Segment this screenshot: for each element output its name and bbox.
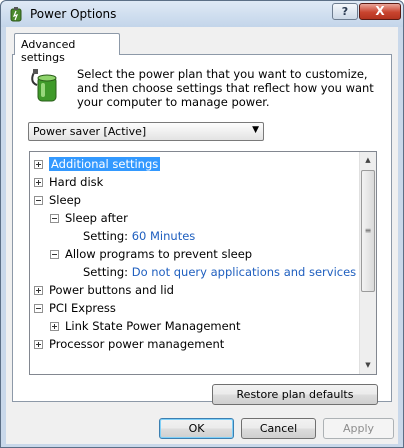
tree-item-label: Sleep after xyxy=(65,211,128,225)
tree-item-sleep-after-setting[interactable]: Setting: 60 Minutes xyxy=(83,228,195,244)
tree-item-sleep[interactable]: Sleep xyxy=(34,192,81,208)
tab-advanced-settings[interactable]: Advanced settings xyxy=(14,33,120,64)
battery-plug-icon xyxy=(31,69,57,102)
tree-item-label: Sleep xyxy=(49,193,81,207)
power-options-icon xyxy=(10,7,22,22)
chevron-down-icon: ▼ xyxy=(252,125,259,135)
tree-scrollbar[interactable]: ▲ ≡ ▼ xyxy=(359,152,376,374)
restore-plan-defaults-button[interactable]: Restore plan defaults xyxy=(212,384,378,405)
tree-item-label: Link State Power Management xyxy=(65,319,241,333)
tree-item-hard-disk[interactable]: Hard disk xyxy=(34,174,103,190)
apply-button[interactable]: Apply xyxy=(323,418,394,439)
window-title: Power Options xyxy=(30,7,117,21)
tree-item-allow-programs-setting[interactable]: Setting: Do not query applications and s… xyxy=(83,264,356,280)
collapse-icon[interactable] xyxy=(34,196,43,205)
tree-item-label: Processor power management xyxy=(49,337,225,351)
tree-item-pci-express[interactable]: PCI Express xyxy=(34,300,116,316)
setting-label: Setting: xyxy=(83,265,129,279)
tree-item-label: Allow programs to prevent sleep xyxy=(65,247,253,261)
setting-value-link[interactable]: Do not query applications and services xyxy=(132,265,356,279)
power-plan-select[interactable]: Power saver [Active] ▼ xyxy=(28,122,264,141)
help-button[interactable]: ? xyxy=(332,3,358,20)
dialog-client-area: Advanced settings Select the power plan … xyxy=(6,27,398,444)
tree-item-sleep-after[interactable]: Sleep after xyxy=(50,210,128,226)
tree-item-label: PCI Express xyxy=(49,301,116,315)
power-options-window: Power Options ? X Advanced settings Sele… xyxy=(0,0,404,448)
scroll-down-arrow-icon[interactable]: ▼ xyxy=(360,357,376,373)
tree-item-processor-power[interactable]: Processor power management xyxy=(34,336,224,352)
collapse-icon[interactable] xyxy=(50,250,59,259)
plan-description: Select the power plan that you want to c… xyxy=(77,67,374,109)
cancel-button[interactable]: Cancel xyxy=(241,418,316,439)
title-bar[interactable]: Power Options ? X xyxy=(1,1,403,27)
tree-item-link-state[interactable]: Link State Power Management xyxy=(50,318,240,334)
advanced-settings-panel: Select the power plan that you want to c… xyxy=(12,54,392,405)
tree-item-label: Power buttons and lid xyxy=(49,283,174,297)
power-plan-selected: Power saver [Active] xyxy=(33,125,147,138)
scroll-up-arrow-icon[interactable]: ▲ xyxy=(360,152,376,168)
expand-icon[interactable] xyxy=(50,322,59,331)
collapse-icon[interactable] xyxy=(34,304,43,313)
expand-icon[interactable] xyxy=(34,160,43,169)
collapse-icon[interactable] xyxy=(50,214,59,223)
ok-button[interactable]: OK xyxy=(159,418,234,439)
expand-icon[interactable] xyxy=(34,340,43,349)
scrollbar-thumb[interactable]: ≡ xyxy=(361,170,375,292)
settings-tree-body: Additional settings Hard disk Sleep Slee… xyxy=(30,152,360,374)
expand-icon[interactable] xyxy=(34,286,43,295)
settings-tree[interactable]: Additional settings Hard disk Sleep Slee… xyxy=(29,151,377,375)
expand-icon[interactable] xyxy=(34,178,43,187)
setting-label: Setting: xyxy=(83,229,129,243)
tree-item-label: Additional settings xyxy=(49,157,161,171)
tree-item-additional-settings[interactable]: Additional settings xyxy=(34,156,161,172)
tree-item-power-buttons[interactable]: Power buttons and lid xyxy=(34,282,174,298)
tree-item-allow-programs[interactable]: Allow programs to prevent sleep xyxy=(50,246,252,262)
setting-value-link[interactable]: 60 Minutes xyxy=(132,229,196,243)
tree-item-label: Hard disk xyxy=(49,175,104,189)
close-button[interactable]: X xyxy=(359,3,401,20)
